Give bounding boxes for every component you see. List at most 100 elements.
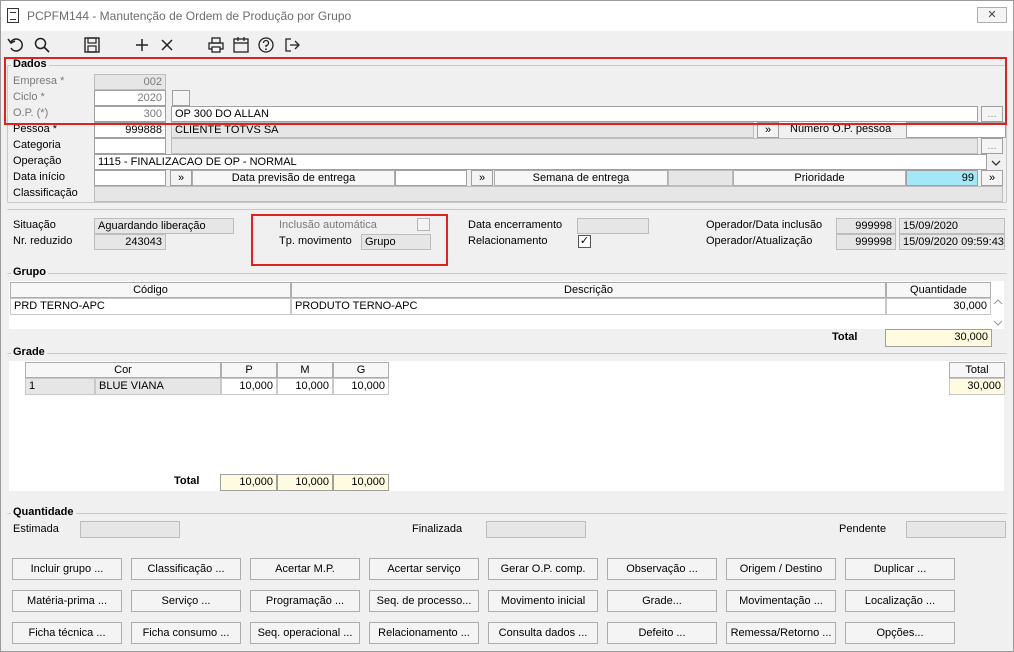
categoria-field[interactable] [94,138,166,154]
grupo-total-label: Total [832,331,858,343]
grade-row-p[interactable]: 10,000 [221,378,277,395]
relacionamento-label: Relacionamento [468,235,548,247]
add-icon[interactable] [133,36,151,54]
data-inicio-arrow-button[interactable]: » [170,170,192,186]
grade-col-total[interactable]: Total [949,362,1005,378]
ficha-tecnica-button[interactable]: Ficha técnica ... [12,622,122,644]
seq-operacional-button[interactable]: Seq. operacional ... [250,622,360,644]
app-document-icon [7,8,19,23]
programacao-button[interactable]: Programação ... [250,590,360,612]
prioridade-label: Prioridade [733,170,906,186]
data-inclusao-field: 15/09/2020 [899,218,1005,234]
gerar-o-p-comp-button[interactable]: Gerar O.P. comp. [488,558,598,580]
print-icon[interactable] [207,36,225,54]
semana-entrega-label: Semana de entrega [494,170,668,186]
save-icon[interactable] [83,36,101,54]
duplicar-button[interactable]: Duplicar ... [845,558,955,580]
localizacao-button[interactable]: Localização ... [845,590,955,612]
data-inicio-field[interactable] [94,170,166,186]
chevron-down-icon[interactable] [989,156,1003,170]
classificacao-field [94,186,1003,202]
classificacao-label: Classificação [13,187,78,199]
pendente-field [906,521,1006,538]
movimentacao-button[interactable]: Movimentação ... [726,590,836,612]
grupo-row-quantidade[interactable]: 30,000 [886,298,991,315]
grade-row-cor[interactable]: BLUE VIANA [95,378,221,395]
servico-button[interactable]: Serviço ... [131,590,241,612]
data-previsao-field[interactable] [395,170,467,186]
grade-col-p[interactable]: P [221,362,277,378]
relacionamento-checkbox[interactable]: ✓ [578,235,591,248]
grade-col-m[interactable]: M [277,362,333,378]
operador-atualizacao-field: 999998 [836,234,896,250]
undo-icon[interactable] [7,36,25,54]
grupo-col-descricao[interactable]: Descrição [291,282,886,298]
help-icon[interactable] [257,36,275,54]
grupo-col-codigo[interactable]: Código [10,282,291,298]
grade-button[interactable]: Grade... [607,590,717,612]
grade-total-label: Total [174,475,200,487]
search-icon[interactable] [33,36,51,54]
exit-icon[interactable] [283,36,301,54]
acertar-servico-button[interactable]: Acertar serviço [369,558,479,580]
remessa-retorno-button[interactable]: Remessa/Retorno ... [726,622,836,644]
movimento-inicial-button[interactable]: Movimento inicial [488,590,598,612]
grupo-total-field: 30,000 [885,329,992,347]
situacao-label: Situação [13,219,56,231]
grupo-legend: Grupo [11,266,48,278]
grade-col-g[interactable]: G [333,362,389,378]
operacao-select[interactable]: 1115 - FINALIZACAO DE OP - NORMAL [94,154,987,170]
estimada-label: Estimada [13,523,59,535]
categoria-label: Categoria [13,139,61,151]
nr-reduzido-field: 243043 [94,234,166,250]
nr-reduzido-label: Nr. reduzido [13,235,73,247]
close-window-button[interactable]: ✕ [977,7,1007,23]
materia-prima-button[interactable]: Matéria-prima ... [12,590,122,612]
grupo-col-quantidade[interactable]: Quantidade [886,282,991,298]
grade-row-total: 30,000 [949,378,1005,395]
pendente-label: Pendente [839,523,887,535]
relacionamento-button[interactable]: Relacionamento ... [369,622,479,644]
data-previsao-arrow-button[interactable]: » [471,170,493,186]
operador-atualizacao-label: Operador/Atualização [706,235,813,247]
prioridade-arrow-button[interactable]: » [981,170,1003,186]
consulta-dados-button[interactable]: Consulta dados ... [488,622,598,644]
operador-inclusao-label: Operador/Data inclusão [706,219,823,231]
grade-row-m[interactable]: 10,000 [277,378,333,395]
annotation-box-tp-movimento [251,214,448,266]
defeito-button[interactable]: Defeito ... [607,622,717,644]
prioridade-field[interactable]: 99 [906,170,978,186]
origem-destino-button[interactable]: Origem / Destino [726,558,836,580]
grupo-row-codigo[interactable]: PRD TERNO-APC [10,298,291,315]
estimada-field [80,521,180,538]
semana-entrega-field [668,170,733,186]
operacao-label: Operação [13,155,62,167]
grupo-scrollbar[interactable] [992,299,1004,329]
grade-total-g: 10,000 [333,474,389,491]
calendar-icon[interactable] [232,36,250,54]
grade-legend: Grade [11,346,47,358]
delete-icon[interactable] [158,36,176,54]
finalizada-field [486,521,586,538]
grade-total-p: 10,000 [220,474,277,491]
categoria-description-field [171,138,978,154]
data-atualizacao-field: 15/09/2020 09:59:43 [899,234,1005,250]
grupo-row-descricao[interactable]: PRODUTO TERNO-APC [291,298,886,315]
opcoes-button[interactable]: Opções... [845,622,955,644]
quantidade-legend: Quantidade [11,506,76,518]
data-encerramento-label: Data encerramento [468,219,563,231]
categoria-ellipsis-button[interactable]: ... [981,138,1003,154]
observacao-button[interactable]: Observação ... [607,558,717,580]
annotation-box-dados [4,57,1007,125]
acertar-m-p-button[interactable]: Acertar M.P. [250,558,360,580]
incluir-grupo-button[interactable]: Incluir grupo ... [12,558,122,580]
grade-row-g[interactable]: 10,000 [333,378,389,395]
ficha-consumo-button[interactable]: Ficha consumo ... [131,622,241,644]
classificacao-button[interactable]: Classificação ... [131,558,241,580]
main-window: PCPFM144 - Manutenção de Ordem de Produç… [0,0,1014,652]
grade-col-cor[interactable]: Cor [25,362,221,378]
operador-inclusao-field: 999998 [836,218,896,234]
seq-de-processo-button[interactable]: Seq. de processo... [369,590,479,612]
window-title: PCPFM144 - Manutenção de Ordem de Produç… [27,9,352,23]
finalizada-label: Finalizada [412,523,463,535]
